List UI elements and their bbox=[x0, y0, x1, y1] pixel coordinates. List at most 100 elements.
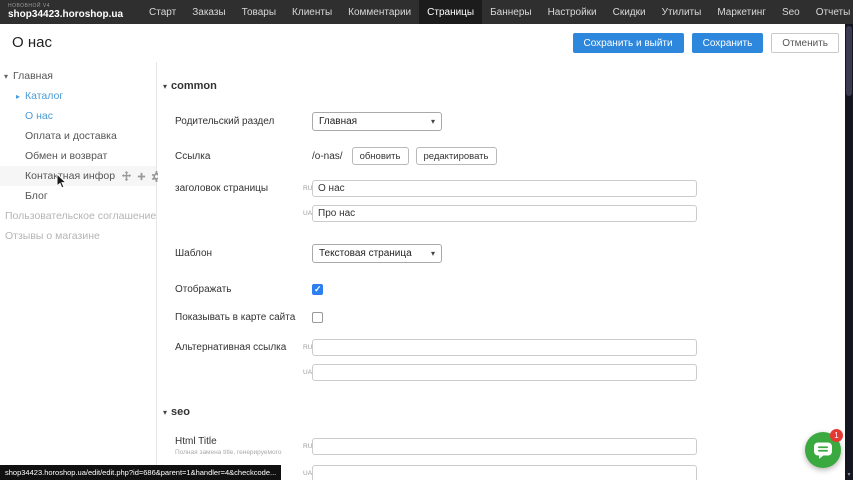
chevron-right-icon[interactable]: ▸ bbox=[16, 92, 25, 101]
menu-item-seo[interactable]: Seo bbox=[774, 0, 808, 24]
status-url-bar: shop34423.horoshop.ua/edit/edit.php?id=6… bbox=[0, 465, 281, 480]
sitemap-checkbox[interactable] bbox=[312, 312, 323, 323]
page-title: О нас bbox=[12, 34, 52, 51]
page-title-label: заголовок страницы bbox=[175, 183, 303, 194]
sidebar-item-katalog[interactable]: ▸ Каталог bbox=[0, 86, 156, 106]
alt-link-label: Альтернативная ссылка bbox=[175, 342, 303, 353]
page-title-ua-row: UA bbox=[158, 205, 845, 222]
html-title-hint: Полная замена title, генерируемого bbox=[175, 449, 303, 457]
page-title-ru-row: заголовок страницы RU bbox=[158, 180, 845, 197]
topbar: НОВОВНОЙ V4 shop34423.horoshop.ua Старт … bbox=[0, 0, 853, 24]
menu-item-orders[interactable]: Заказы bbox=[184, 0, 233, 24]
menu-item-discounts[interactable]: Скидки bbox=[605, 0, 654, 24]
link-value: /o-nas/ bbox=[312, 151, 343, 162]
chat-widget-button[interactable]: 1 bbox=[805, 432, 841, 468]
menu-item-clients[interactable]: Клиенты bbox=[284, 0, 340, 24]
chat-unread-badge: 1 bbox=[830, 429, 843, 442]
page-title-ua-input[interactable] bbox=[312, 205, 697, 222]
html-title-label-block: Html Title Полная замена title, генериру… bbox=[175, 436, 303, 457]
page-title-ru-input[interactable] bbox=[312, 180, 697, 197]
tree-item-label: О нас bbox=[25, 110, 53, 122]
template-label: Шаблон bbox=[175, 248, 303, 259]
save-and-exit-button[interactable]: Сохранить и выйти bbox=[573, 33, 684, 53]
chevron-down-icon: ▾ bbox=[163, 82, 167, 91]
section-seo-title: seo bbox=[171, 406, 190, 418]
sidebar-item-blog[interactable]: Блог bbox=[0, 186, 156, 206]
menu-item-utilities[interactable]: Утилиты bbox=[654, 0, 710, 24]
link-edit-button[interactable]: редактировать bbox=[416, 147, 497, 165]
menu-item-marketing[interactable]: Маркетинг bbox=[709, 0, 774, 24]
move-icon[interactable] bbox=[121, 171, 132, 182]
save-button[interactable]: Сохранить bbox=[692, 33, 764, 53]
section-seo-toggle[interactable]: ▾ seo bbox=[163, 406, 845, 418]
alt-link-ru-row: Альтернативная ссылка RU bbox=[158, 339, 845, 356]
chevron-down-icon: ▾ bbox=[163, 408, 167, 417]
template-value: Текстовая страница bbox=[319, 248, 412, 259]
tree-item-label: Отзывы о магазине bbox=[5, 230, 100, 242]
alt-link-ua-row: UA bbox=[158, 364, 845, 381]
sidebar-item-o-nas[interactable]: О нас bbox=[0, 106, 156, 126]
shop-domain-label: shop34423.horoshop.ua bbox=[8, 10, 123, 20]
sidebar-item-agreement[interactable]: Пользовательское соглашение bbox=[0, 206, 156, 226]
sitemap-row: Показывать в карте сайта bbox=[158, 312, 845, 323]
display-label: Отображать bbox=[175, 284, 303, 295]
tree-item-label: Обмен и возврат bbox=[25, 150, 107, 162]
sidebar-item-kontaktnaya[interactable]: Контактная инфор bbox=[0, 166, 156, 186]
chevron-down-icon: ▾ bbox=[431, 117, 435, 126]
link-label: Ссылка bbox=[175, 151, 303, 162]
display-row: Отображать bbox=[158, 284, 845, 295]
add-icon[interactable] bbox=[136, 171, 147, 182]
link-update-button[interactable]: обновить bbox=[352, 147, 409, 165]
template-select[interactable]: Текстовая страница ▾ bbox=[312, 244, 442, 263]
chat-bubble-icon bbox=[813, 440, 833, 460]
html-title-ru-row: Html Title Полная замена title, генериру… bbox=[158, 436, 845, 457]
template-row: Шаблон Текстовая страница ▾ bbox=[158, 244, 845, 263]
cancel-button[interactable]: Отменить bbox=[771, 33, 839, 53]
tree-item-label: Блог bbox=[25, 190, 48, 202]
scrollbar-thumb[interactable] bbox=[846, 26, 852, 96]
lang-tag-ru: RU bbox=[303, 344, 312, 351]
lang-tag-ru: RU bbox=[303, 185, 312, 192]
section-common-toggle[interactable]: ▾ common bbox=[163, 80, 845, 92]
lang-tag-ru: RU bbox=[303, 443, 312, 450]
parent-section-row: Родительский раздел Главная ▾ bbox=[158, 112, 845, 131]
menu-item-pages[interactable]: Страницы bbox=[419, 0, 482, 24]
menu-item-comments[interactable]: Комментарии bbox=[340, 0, 419, 24]
sidebar-item-glavnaya[interactable]: ▾ Главная bbox=[0, 66, 156, 86]
tree-item-label: Оплата и доставка bbox=[25, 130, 117, 142]
menu-item-banners[interactable]: Баннеры bbox=[482, 0, 539, 24]
page-header: О нас Сохранить и выйти Сохранить Отмени… bbox=[0, 24, 845, 62]
parent-section-value: Главная bbox=[319, 116, 357, 127]
menu-item-reports[interactable]: Отчеты bbox=[808, 0, 853, 24]
pages-tree-sidebar: ▾ Главная ▸ Каталог О нас Оплата и доста… bbox=[0, 62, 157, 480]
main-menu: Старт Заказы Товары Клиенты Комментарии … bbox=[141, 0, 853, 24]
menu-item-products[interactable]: Товары bbox=[234, 0, 284, 24]
sidebar-item-reviews[interactable]: Отзывы о магазине bbox=[0, 226, 156, 246]
html-title-ua-input[interactable] bbox=[312, 465, 697, 480]
tree-item-label: Каталог bbox=[25, 90, 63, 102]
page-scrollbar[interactable]: ▾ bbox=[845, 24, 853, 480]
menu-item-start[interactable]: Старт bbox=[141, 0, 184, 24]
html-title-ru-input[interactable] bbox=[312, 438, 697, 455]
parent-section-label: Родительский раздел bbox=[175, 116, 303, 127]
lang-tag-ua: UA bbox=[303, 369, 312, 376]
page-edit-form: ▾ common Родительский раздел Главная ▾ С… bbox=[158, 62, 845, 480]
menu-item-settings[interactable]: Настройки bbox=[540, 0, 605, 24]
section-common-title: common bbox=[171, 80, 217, 92]
chevron-down-icon[interactable]: ▾ bbox=[4, 72, 13, 81]
html-title-label: Html Title bbox=[175, 436, 217, 447]
alt-link-ua-input[interactable] bbox=[312, 364, 697, 381]
sidebar-item-obmen[interactable]: Обмен и возврат bbox=[0, 146, 156, 166]
tree-item-label: Главная bbox=[13, 70, 53, 82]
sidebar-item-oplata[interactable]: Оплата и доставка bbox=[0, 126, 156, 146]
display-checkbox[interactable] bbox=[312, 284, 323, 295]
tree-item-label: Пользовательское соглашение bbox=[5, 210, 156, 222]
lang-tag-ua: UA bbox=[303, 470, 312, 477]
parent-section-select[interactable]: Главная ▾ bbox=[312, 112, 442, 131]
scrollbar-down-arrow[interactable]: ▾ bbox=[845, 471, 853, 478]
sitemap-label: Показывать в карте сайта bbox=[175, 312, 303, 323]
lang-tag-ua: UA bbox=[303, 210, 312, 217]
alt-link-ru-input[interactable] bbox=[312, 339, 697, 356]
shop-logo[interactable]: НОВОВНОЙ V4 shop34423.horoshop.ua bbox=[8, 4, 123, 20]
header-actions: Сохранить и выйти Сохранить Отменить bbox=[573, 33, 840, 53]
